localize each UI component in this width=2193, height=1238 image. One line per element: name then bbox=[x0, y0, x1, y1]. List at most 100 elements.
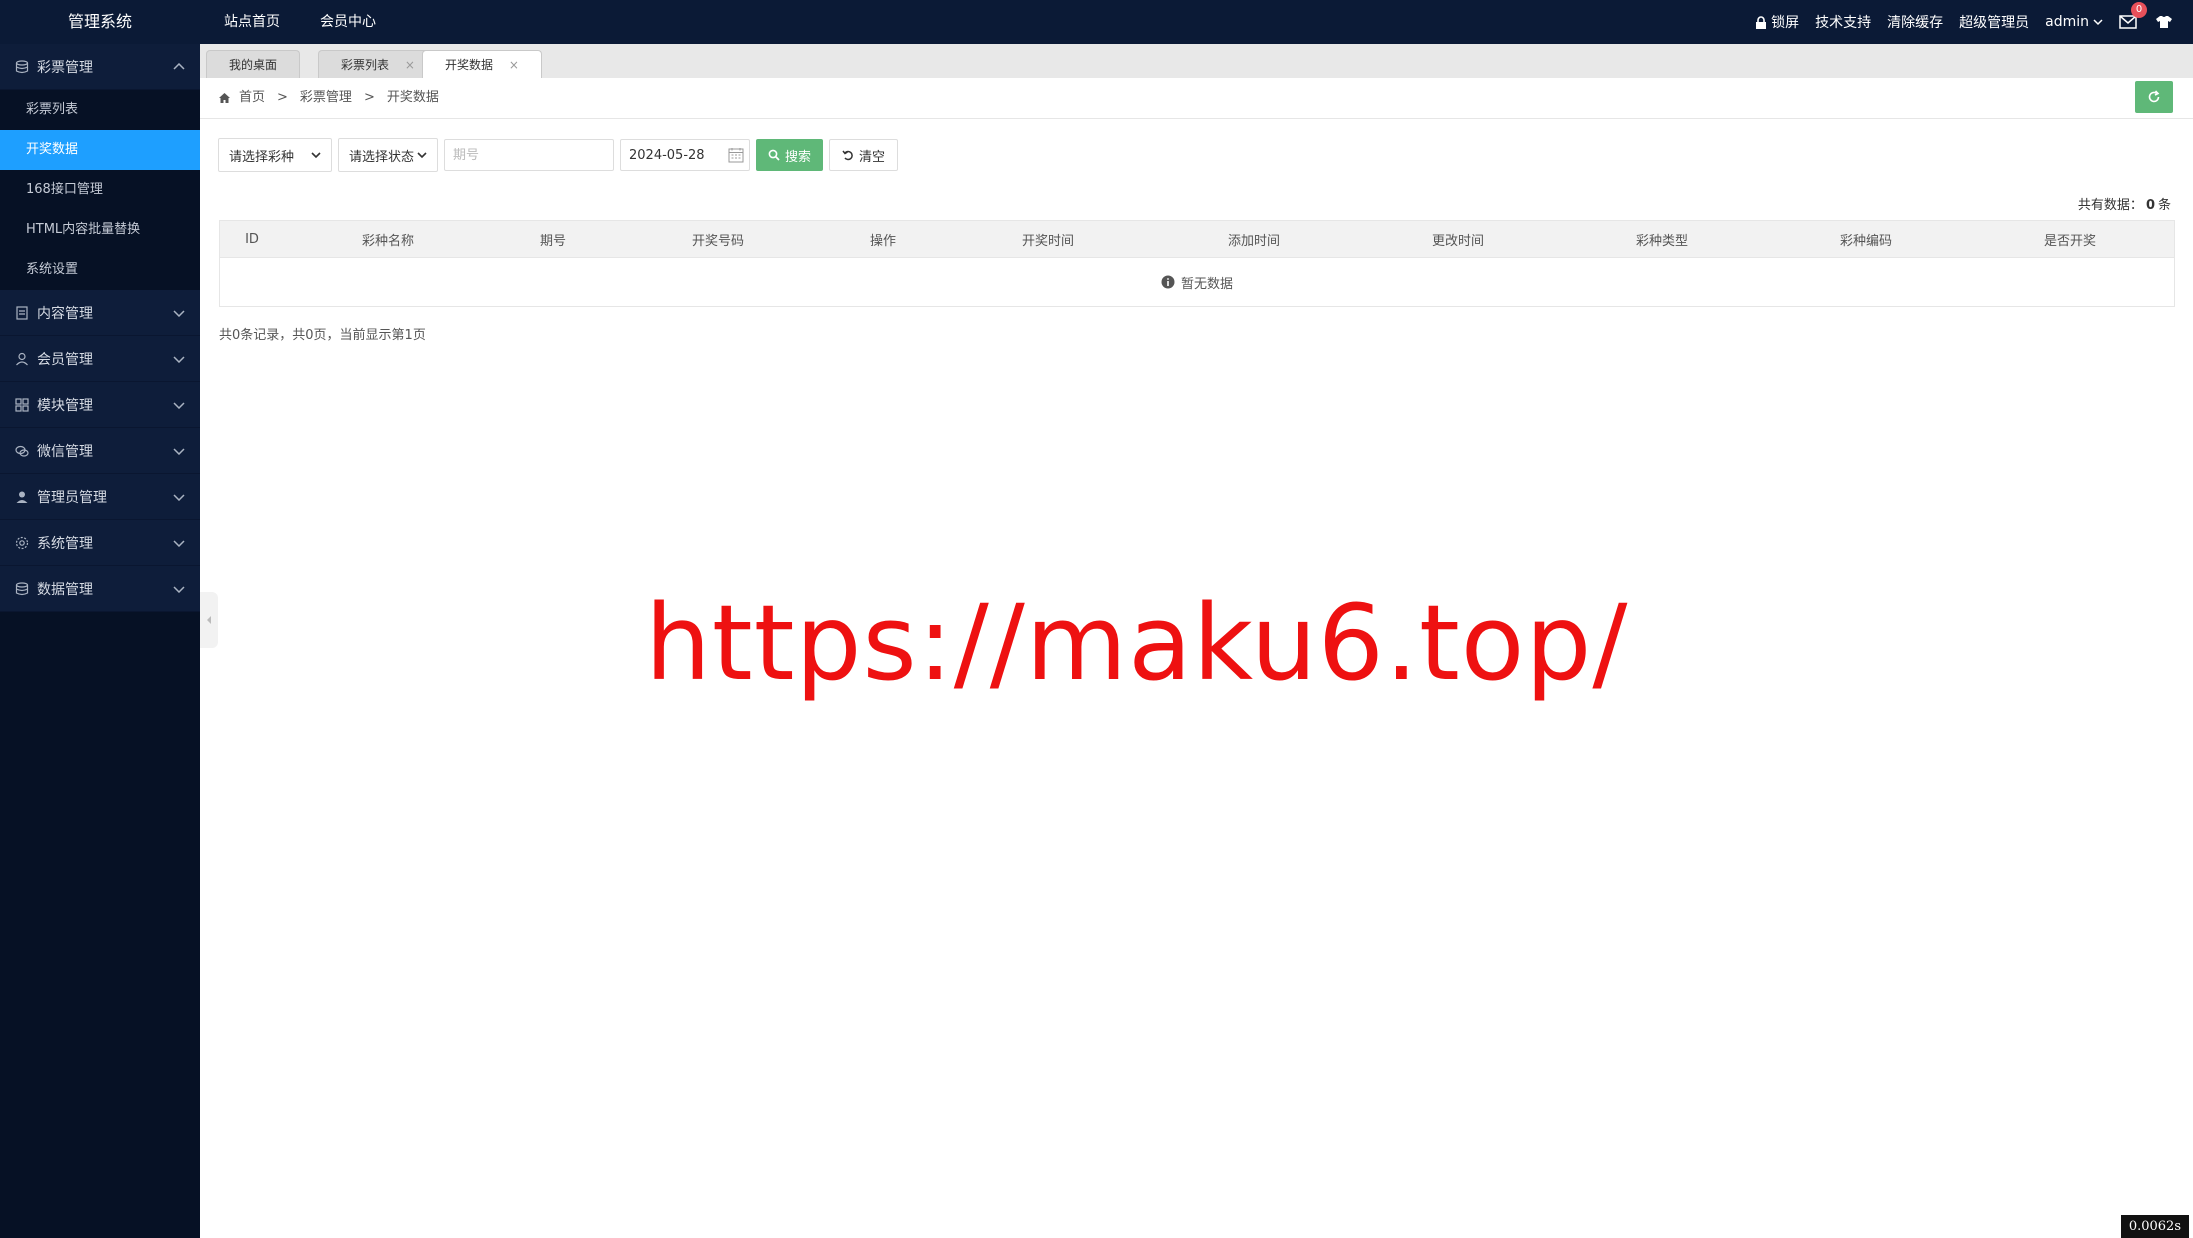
search-icon bbox=[768, 149, 780, 161]
sidebar-group-label: 微信管理 bbox=[37, 443, 93, 460]
tab-lottery-list[interactable]: 彩票列表 × bbox=[318, 50, 438, 79]
watermark-url: https://maku6.top/ bbox=[645, 582, 1629, 704]
record-count-suffix: 条 bbox=[2157, 198, 2171, 213]
refresh-button[interactable] bbox=[2135, 81, 2173, 113]
tab-label: 彩票列表 bbox=[341, 58, 390, 72]
sidebar-group-label: 数据管理 bbox=[37, 581, 93, 598]
tech-support-label: 技术支持 bbox=[1815, 15, 1872, 31]
sidebar-group-wechat[interactable]: 微信管理 bbox=[0, 428, 200, 474]
header-actions: 锁屏 技术支持 清除缓存 超级管理员 admin 0 bbox=[1755, 0, 2173, 44]
breadcrumb-level1[interactable]: 彩票管理 bbox=[300, 78, 352, 118]
sidebar-group-content[interactable]: 内容管理 bbox=[0, 290, 200, 336]
column-header[interactable]: ID bbox=[220, 232, 284, 247]
close-icon[interactable]: × bbox=[405, 58, 415, 72]
sidebar-item-lottery-list[interactable]: 彩票列表 bbox=[0, 90, 200, 130]
tab-label: 我的桌面 bbox=[229, 58, 278, 72]
username: admin bbox=[2045, 14, 2089, 30]
nav-member-center[interactable]: 会员中心 bbox=[320, 0, 376, 44]
close-icon[interactable]: × bbox=[509, 58, 519, 72]
top-nav: 站点首页 会员中心 bbox=[224, 0, 376, 44]
column-header[interactable]: 彩种名称 bbox=[284, 230, 492, 249]
role-text: 超级管理员 bbox=[1959, 15, 2030, 31]
record-count-prefix: 共有数据： bbox=[2077, 198, 2143, 213]
admin-icon bbox=[16, 491, 28, 503]
column-header[interactable]: 是否开奖 bbox=[1968, 230, 2172, 249]
issue-input[interactable] bbox=[444, 139, 614, 171]
date-picker[interactable] bbox=[620, 139, 750, 171]
status-select[interactable]: 请选择状态 bbox=[338, 138, 438, 172]
search-button[interactable]: 搜索 bbox=[756, 139, 824, 171]
column-header[interactable]: 彩种类型 bbox=[1560, 230, 1764, 249]
clear-cache-button[interactable]: 清除缓存 bbox=[1887, 12, 1943, 32]
chevron-left-icon bbox=[207, 616, 211, 624]
sidebar-item-system-settings[interactable]: 系统设置 bbox=[0, 250, 200, 290]
theme-button[interactable] bbox=[2155, 15, 2173, 29]
sidebar-group-admins[interactable]: 管理员管理 bbox=[0, 474, 200, 520]
chevron-down-icon bbox=[173, 493, 185, 501]
info-icon bbox=[1161, 275, 1175, 289]
shirt-icon bbox=[2156, 16, 2172, 28]
tab-my-desktop[interactable]: 我的桌面 bbox=[206, 50, 301, 79]
breadcrumb-home[interactable]: 首页 bbox=[239, 78, 265, 118]
sidebar-group-label: 管理员管理 bbox=[37, 489, 107, 506]
sidebar-group-lottery[interactable]: 彩票管理 bbox=[0, 44, 200, 90]
sidebar: 彩票管理 彩票列表 开奖数据 168接口管理 HTML内容批量替换 系统设置 内… bbox=[0, 44, 200, 1238]
chevron-down-icon bbox=[2093, 19, 2103, 26]
chevron-up-icon bbox=[173, 62, 185, 70]
sidebar-group-label: 内容管理 bbox=[37, 305, 93, 322]
document-icon bbox=[16, 305, 28, 320]
sidebar-item-168-api[interactable]: 168接口管理 bbox=[0, 170, 200, 210]
column-header[interactable]: 期号 bbox=[492, 230, 614, 249]
lottery-select-value: 请选择彩种 bbox=[229, 149, 295, 165]
sidebar-group-label: 会员管理 bbox=[37, 351, 93, 368]
table-header: ID 彩种名称 期号 开奖号码 操作 开奖时间 添加时间 更改时间 彩种类型 彩… bbox=[220, 221, 2174, 258]
chevron-down-icon bbox=[173, 539, 185, 547]
sidebar-group-modules[interactable]: 模块管理 bbox=[0, 382, 200, 428]
top-header: 管理系统 站点首页 会员中心 锁屏 技术支持 清除缓存 超级管理员 admin … bbox=[0, 0, 2193, 44]
sidebar-group-label: 系统管理 bbox=[37, 535, 93, 552]
sidebar-group-label: 彩票管理 bbox=[37, 59, 93, 76]
column-header[interactable]: 添加时间 bbox=[1152, 230, 1356, 249]
empty-text: 暂无数据 bbox=[1180, 276, 1233, 292]
column-header[interactable]: 操作 bbox=[822, 230, 944, 249]
chevron-down-icon bbox=[417, 152, 427, 159]
sidebar-submenu-lottery: 彩票列表 开奖数据 168接口管理 HTML内容批量替换 系统设置 bbox=[0, 90, 200, 290]
sidebar-item-html-replace[interactable]: HTML内容批量替换 bbox=[0, 210, 200, 250]
lottery-select[interactable]: 请选择彩种 bbox=[218, 138, 332, 172]
pagination-summary: 共0条记录，共0页，当前显示第1页 bbox=[219, 328, 426, 343]
messages-button[interactable]: 0 bbox=[2119, 2, 2147, 32]
column-header[interactable]: 更改时间 bbox=[1356, 230, 1560, 249]
column-header[interactable]: 彩种编码 bbox=[1764, 230, 1968, 249]
lock-label: 锁屏 bbox=[1771, 15, 1800, 31]
lock-screen-button[interactable]: 锁屏 bbox=[1755, 12, 1799, 32]
calendar-icon bbox=[728, 148, 744, 163]
undo-icon bbox=[842, 150, 853, 161]
role-label: 超级管理员 bbox=[1959, 12, 2029, 32]
user-icon bbox=[16, 352, 28, 365]
sidebar-group-system[interactable]: 系统管理 bbox=[0, 520, 200, 566]
nav-site-home[interactable]: 站点首页 bbox=[224, 0, 280, 44]
status-select-value: 请选择状态 bbox=[349, 149, 415, 165]
clear-button[interactable]: 清空 bbox=[829, 139, 899, 171]
user-menu[interactable]: admin bbox=[2045, 14, 2103, 30]
wechat-icon bbox=[15, 445, 29, 457]
breadcrumb-current: 开奖数据 bbox=[386, 90, 439, 105]
column-header[interactable]: 开奖号码 bbox=[614, 230, 822, 249]
sidebar-item-draw-data[interactable]: 开奖数据 bbox=[0, 130, 200, 170]
sidebar-group-members[interactable]: 会员管理 bbox=[0, 336, 200, 382]
breadcrumb-separator: > bbox=[277, 90, 288, 105]
column-header[interactable]: 开奖时间 bbox=[944, 230, 1152, 249]
sidebar-group-data[interactable]: 数据管理 bbox=[0, 566, 200, 612]
chevron-down-icon bbox=[173, 401, 185, 409]
chevron-down-icon bbox=[311, 152, 321, 159]
breadcrumb-separator: > bbox=[363, 90, 375, 105]
tab-draw-data[interactable]: 开奖数据 × bbox=[422, 50, 542, 79]
breadcrumb: 首页 > 彩票管理 > 开奖数据 bbox=[218, 78, 439, 118]
lock-icon bbox=[1756, 15, 1767, 29]
draw-data-table: ID 彩种名称 期号 开奖号码 操作 开奖时间 添加时间 更改时间 彩种类型 彩… bbox=[219, 220, 2175, 307]
sidebar-collapse-handle[interactable] bbox=[200, 592, 218, 648]
tech-support-link[interactable]: 技术支持 bbox=[1815, 12, 1871, 32]
grid-icon bbox=[15, 397, 29, 412]
mail-icon bbox=[2119, 15, 2137, 29]
clear-button-label: 清空 bbox=[859, 149, 886, 165]
